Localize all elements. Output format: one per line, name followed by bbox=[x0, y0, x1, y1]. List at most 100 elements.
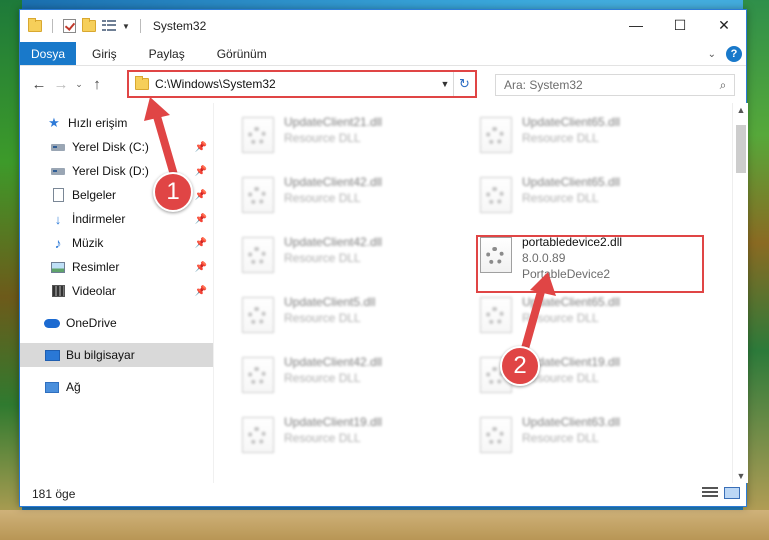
sidebar-item-network[interactable]: Ağ bbox=[20, 375, 213, 399]
pin-icon[interactable]: 📌 bbox=[195, 166, 207, 177]
file-description: Resource DLL bbox=[522, 131, 599, 145]
item-count: 181 öge bbox=[32, 487, 76, 501]
forward-button[interactable]: → bbox=[50, 76, 72, 93]
file-tile[interactable]: UpdateClient42.dll Resource DLL bbox=[242, 173, 452, 223]
sidebar-item-this-pc[interactable]: Bu bilgisayar bbox=[20, 343, 213, 367]
sidebar-item-music[interactable]: ♪ Müzik 📌 bbox=[20, 231, 213, 255]
file-tile[interactable]: UpdateClient65.dll Resource DLL bbox=[480, 113, 690, 163]
refresh-icon[interactable]: ↻ bbox=[453, 72, 475, 96]
address-bar[interactable]: C:\Windows\System32 ▼ ↻ bbox=[127, 70, 477, 98]
file-description: Resource DLL bbox=[284, 431, 361, 445]
sidebar-item-label: Videolar bbox=[72, 284, 116, 298]
pin-icon[interactable]: 📌 bbox=[195, 262, 207, 273]
details-view-icon[interactable] bbox=[702, 487, 718, 499]
dll-file-icon bbox=[480, 297, 512, 333]
customize-toolbar-icon[interactable] bbox=[102, 20, 116, 32]
folder-icon bbox=[135, 76, 149, 90]
tab-share[interactable]: Paylaş bbox=[133, 42, 201, 65]
file-description: Resource DLL bbox=[522, 431, 599, 445]
dll-file-icon bbox=[242, 297, 274, 333]
pin-icon[interactable]: 📌 bbox=[195, 286, 207, 297]
file-tile[interactable]: UpdateClient42.dll Resource DLL bbox=[242, 353, 452, 403]
file-tile[interactable]: UpdateClient5.dll Resource DLL bbox=[242, 293, 452, 343]
back-button[interactable]: ← bbox=[28, 76, 50, 93]
main-content: ★ Hızlı erişim Yerel Disk (C:) 📌 Yerel D… bbox=[20, 103, 748, 483]
dll-file-icon bbox=[242, 117, 274, 153]
maximize-button[interactable]: ☐ bbox=[658, 10, 702, 40]
file-name: UpdateClient5.dll bbox=[284, 295, 376, 309]
dll-file-icon bbox=[242, 177, 274, 213]
file-tile[interactable]: UpdateClient19.dll Resource DLL bbox=[242, 413, 452, 463]
window-controls: — ☐ ✕ bbox=[614, 10, 746, 40]
close-button[interactable]: ✕ bbox=[702, 10, 746, 40]
sidebar-item-videos[interactable]: Videolar 📌 bbox=[20, 279, 213, 303]
sidebar-item-label: Bu bilgisayar bbox=[66, 348, 135, 362]
file-description: Resource DLL bbox=[284, 131, 361, 145]
pin-icon[interactable]: 📌 bbox=[195, 238, 207, 249]
documents-icon bbox=[52, 188, 64, 202]
tab-file[interactable]: Dosya bbox=[20, 42, 76, 65]
pin-icon[interactable]: 📌 bbox=[195, 214, 207, 225]
file-name: UpdateClient42.dll bbox=[284, 235, 383, 249]
network-icon bbox=[45, 381, 59, 393]
file-description: Resource DLL bbox=[284, 371, 361, 385]
cloud-icon bbox=[44, 318, 60, 328]
address-history-dropdown[interactable]: ▼ bbox=[437, 79, 453, 89]
sidebar-item-label: OneDrive bbox=[66, 316, 117, 330]
file-name: UpdateClient19.dll bbox=[284, 415, 383, 429]
dll-file-icon bbox=[242, 237, 274, 273]
sidebar-item-label: Yerel Disk (C:) bbox=[72, 140, 149, 154]
properties-check-icon[interactable] bbox=[63, 19, 76, 33]
tiles-view-icon[interactable] bbox=[724, 487, 740, 499]
sidebar-item-downloads[interactable]: ↓ İndirmeler 📌 bbox=[20, 207, 213, 231]
chevron-down-icon[interactable]: ▼ bbox=[122, 22, 130, 31]
scroll-down-icon[interactable]: ▼ bbox=[733, 471, 749, 481]
sidebar-item-onedrive[interactable]: OneDrive bbox=[20, 311, 213, 335]
file-tile[interactable]: UpdateClient21.dll Resource DLL bbox=[242, 113, 452, 163]
search-input[interactable]: Ara: System32 bbox=[504, 78, 712, 92]
tab-home[interactable]: Giriş bbox=[76, 42, 133, 65]
minimize-button[interactable]: — bbox=[614, 10, 658, 40]
window-title: System32 bbox=[152, 19, 207, 33]
pin-icon[interactable]: 📌 bbox=[195, 190, 207, 201]
desktop-wallpaper-bottom bbox=[0, 510, 769, 540]
tab-view[interactable]: Görünüm bbox=[201, 42, 283, 65]
address-path[interactable]: C:\Windows\System32 bbox=[155, 77, 437, 91]
file-name: UpdateClient42.dll bbox=[284, 175, 383, 189]
pictures-icon bbox=[51, 261, 65, 273]
file-explorer-window: ▼ System32 — ☐ ✕ Dosya Giriş Paylaş Görü… bbox=[19, 9, 748, 507]
vertical-scrollbar[interactable]: ▲ ▼ bbox=[732, 103, 748, 483]
help-icon[interactable]: ? bbox=[726, 46, 742, 62]
sidebar-item-label: Yerel Disk (D:) bbox=[72, 164, 149, 178]
new-folder-icon[interactable] bbox=[82, 18, 96, 32]
file-name: UpdateClient65.dll bbox=[522, 115, 621, 129]
dll-file-icon bbox=[480, 177, 512, 213]
sidebar-item-label: Ağ bbox=[66, 380, 81, 394]
sidebar-item-label: Resimler bbox=[72, 260, 120, 274]
search-box[interactable]: Ara: System32 ⌕ bbox=[495, 74, 735, 96]
scroll-up-icon[interactable]: ▲ bbox=[733, 105, 749, 115]
ribbon-tabs: Dosya Giriş Paylaş Görünüm ⌄ ? bbox=[20, 42, 746, 66]
status-bar: 181 öge bbox=[20, 482, 748, 506]
search-icon[interactable]: ⌕ bbox=[712, 78, 734, 93]
annotation-badge-1: 1 bbox=[153, 172, 193, 212]
file-tile[interactable]: UpdateClient63.dll Resource DLL bbox=[480, 413, 690, 463]
file-name: UpdateClient65.dll bbox=[522, 175, 621, 189]
dll-file-icon bbox=[480, 417, 512, 453]
file-tile[interactable]: UpdateClient65.dll Resource DLL bbox=[480, 173, 690, 223]
file-name: UpdateClient63.dll bbox=[522, 415, 621, 429]
up-button[interactable]: ↑ bbox=[86, 76, 108, 93]
drive-icon bbox=[51, 143, 65, 151]
expand-ribbon-icon[interactable]: ⌄ bbox=[708, 49, 716, 60]
file-tile[interactable]: UpdateClient42.dll Resource DLL bbox=[242, 233, 452, 283]
dll-file-icon bbox=[242, 417, 274, 453]
recent-locations-button[interactable]: ⌄ bbox=[72, 79, 86, 90]
sidebar-item-pictures[interactable]: Resimler 📌 bbox=[20, 255, 213, 279]
scrollbar-thumb[interactable] bbox=[736, 125, 746, 173]
dll-file-icon bbox=[480, 117, 512, 153]
file-name: UpdateClient21.dll bbox=[284, 115, 383, 129]
pin-icon[interactable]: 📌 bbox=[195, 142, 207, 153]
file-description: Resource DLL bbox=[284, 311, 361, 325]
videos-icon bbox=[51, 285, 65, 297]
dll-file-icon bbox=[242, 357, 274, 393]
